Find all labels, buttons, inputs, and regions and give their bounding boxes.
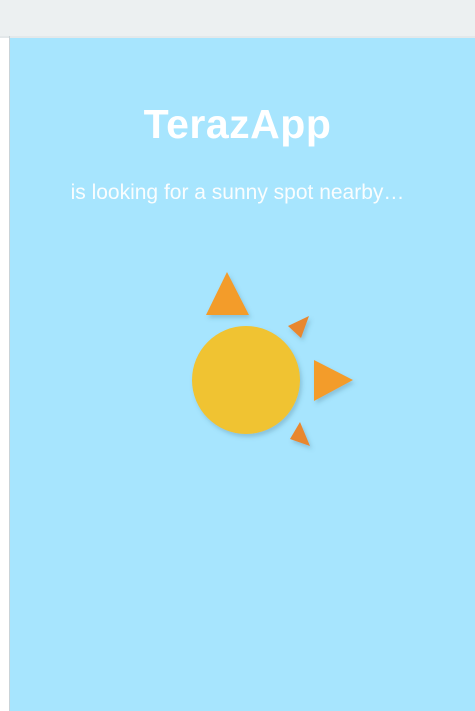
sun-ray-top: [206, 272, 249, 315]
app-title: TerazApp: [143, 101, 332, 147]
sun-disc: [192, 326, 300, 434]
app-window: TerazApp is looking for a sunny spot nea…: [0, 0, 475, 711]
sun-ray-right: [314, 360, 353, 401]
loading-message: is looking for a sunny spot nearby…: [70, 181, 405, 204]
sun-icon: [192, 272, 353, 446]
splash-screen: TerazApp is looking for a sunny spot nea…: [10, 38, 475, 711]
top-bar: [0, 0, 475, 36]
sun-ray-upper-right: [288, 316, 309, 338]
sun-ray-lower-right: [290, 422, 310, 446]
